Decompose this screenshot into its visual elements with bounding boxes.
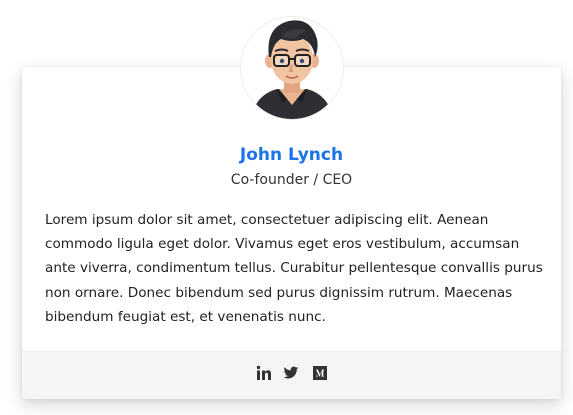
- linkedin-icon: [256, 365, 271, 380]
- avatar-illustration: [251, 20, 333, 119]
- social-footer: [22, 351, 561, 399]
- profile-name: John Lynch: [239, 145, 344, 165]
- profile-bio: Lorem ipsum dolor sit amet, consectetuer…: [45, 212, 543, 325]
- twitter-link[interactable]: [283, 365, 299, 381]
- page: John Lynch Co-founder / CEO Lorem ipsum …: [0, 0, 573, 415]
- medium-link[interactable]: [312, 365, 328, 381]
- avatar: [241, 17, 343, 119]
- twitter-icon: [283, 366, 299, 379]
- medium-icon: [313, 366, 327, 380]
- linkedin-link[interactable]: [256, 365, 272, 381]
- profile-role: Co-founder / CEO: [230, 172, 353, 188]
